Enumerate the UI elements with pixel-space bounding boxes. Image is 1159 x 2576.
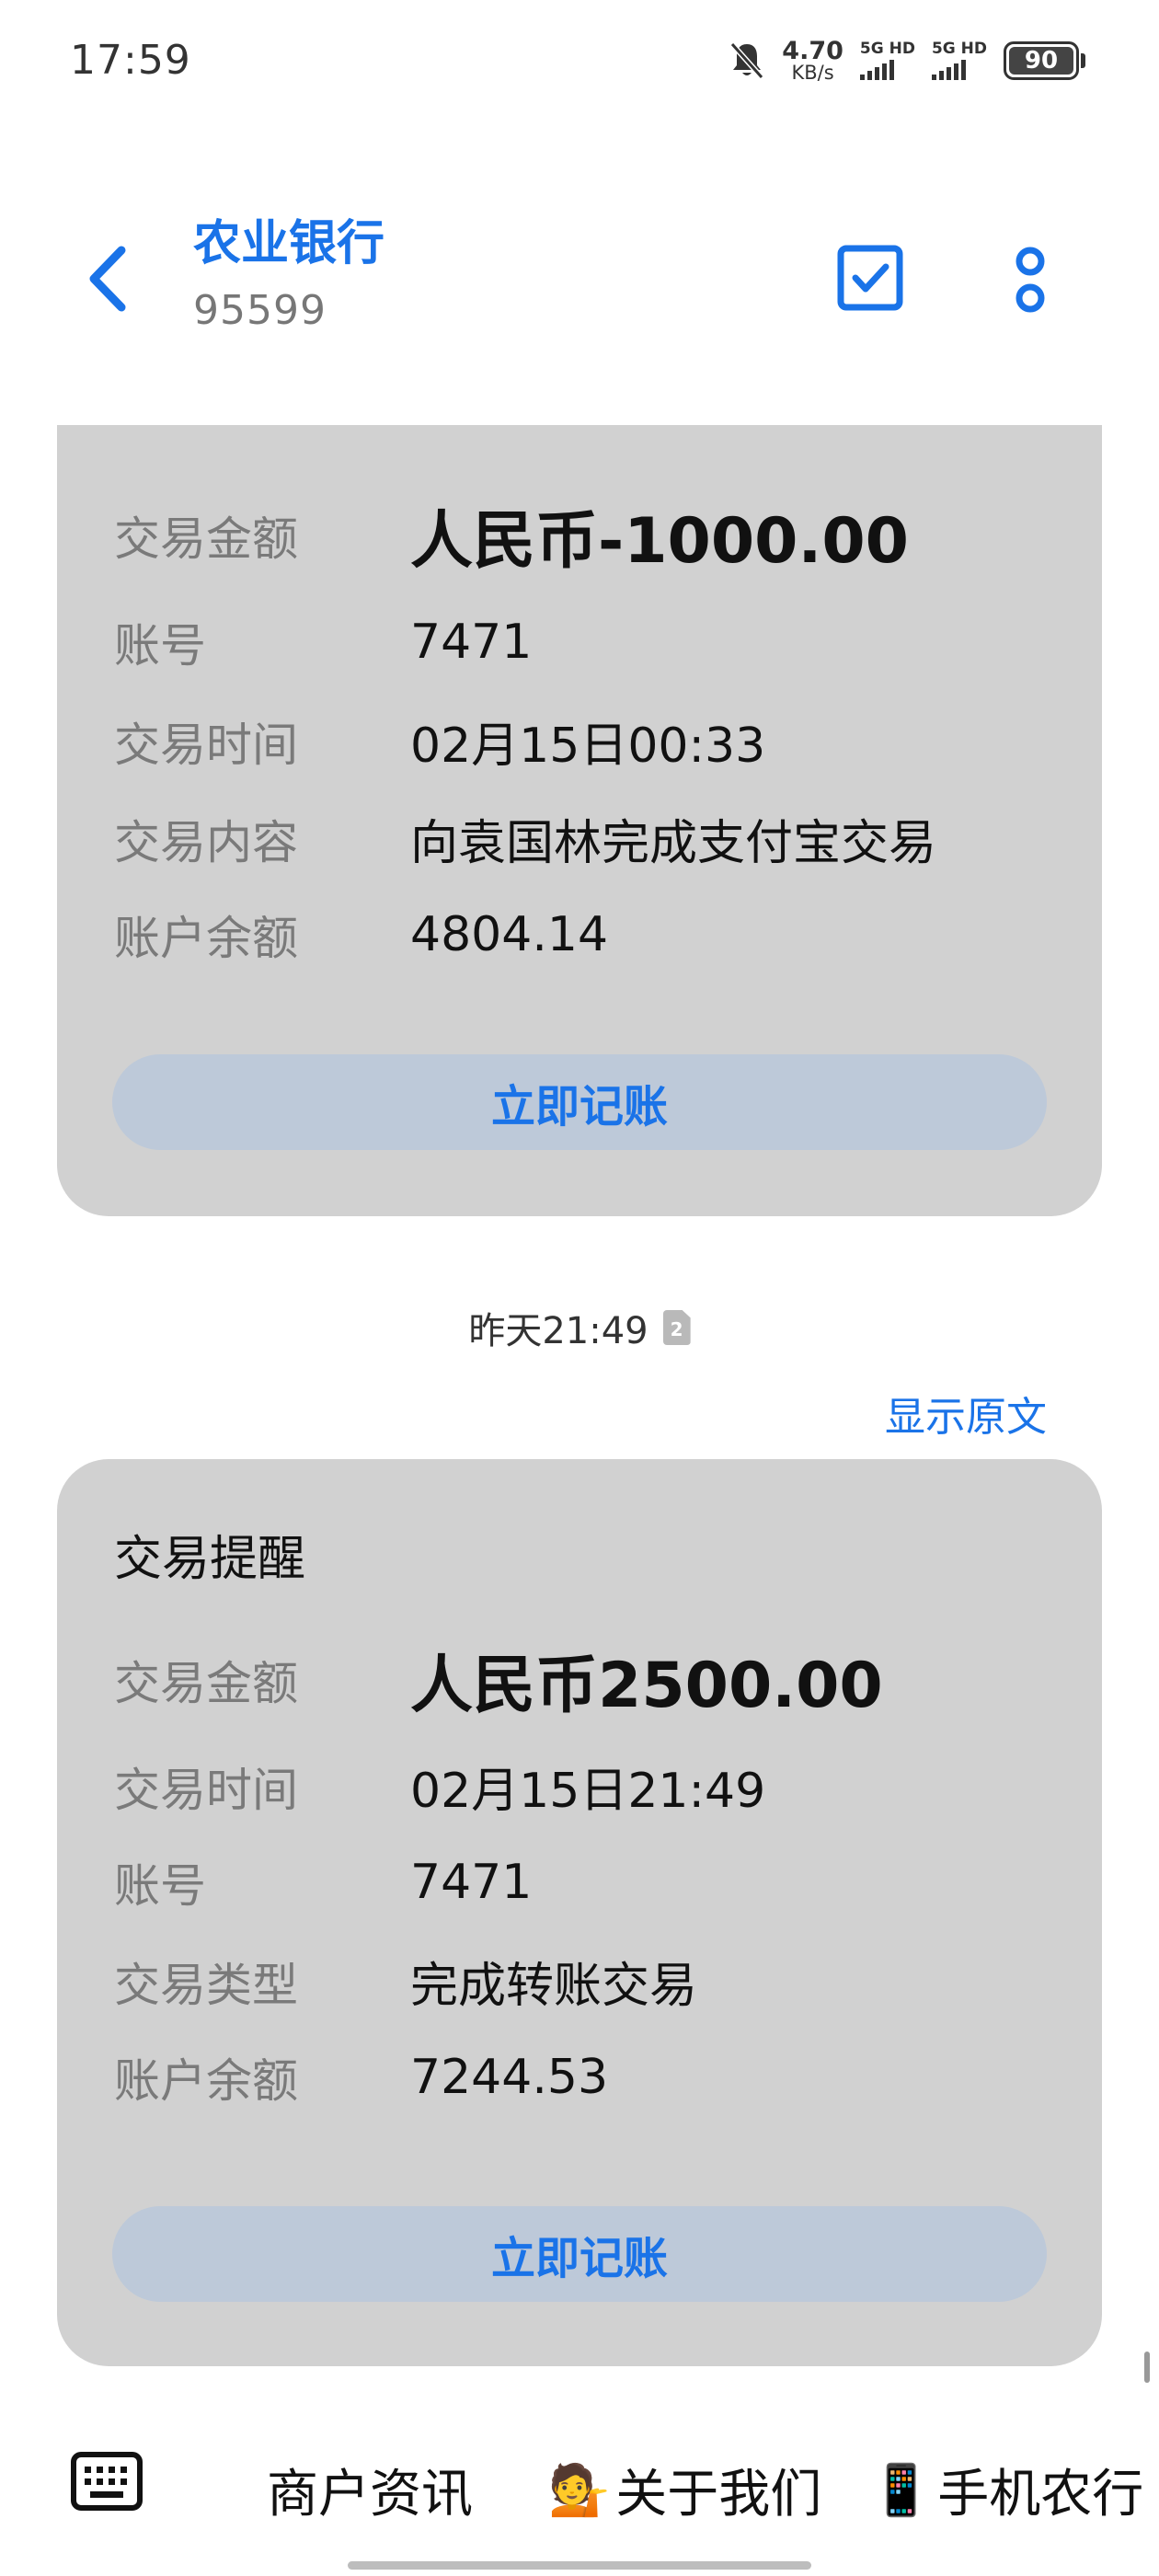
- battery-icon: 90: [1004, 41, 1085, 80]
- sim2-label: 5G HD: [931, 40, 987, 58]
- card1-row-time: 交易时间 02月15日00:33: [114, 707, 1065, 776]
- keyboard-icon[interactable]: [70, 2451, 143, 2512]
- row-key: 账户余额: [114, 2054, 298, 2108]
- row-key: 交易金额: [114, 1656, 298, 1710]
- menu-merchant-news[interactable]: 商户资讯: [267, 2453, 473, 2527]
- more-options-icon[interactable]: [1003, 239, 1058, 322]
- network-speed-value: 4.70: [782, 37, 843, 65]
- row-value: 02月15日21:49: [410, 1764, 766, 1819]
- card1-row-amount: 交易金额 人民币-1000.00: [114, 489, 1065, 581]
- row-key: 交易金额: [114, 512, 298, 566]
- timestamp-text: 昨天21:49: [468, 1310, 648, 1352]
- sim2-signal: 5G HD: [931, 40, 987, 80]
- row-key: 交易类型: [114, 1958, 298, 2012]
- scrollbar-thumb[interactable]: [1144, 2352, 1150, 2383]
- card2-row-time: 交易时间 02月15日21:49: [114, 1752, 1065, 1821]
- row-key: 交易时间: [114, 718, 298, 772]
- menu-mobile-abc[interactable]: 📱 手机农行: [870, 2453, 1143, 2527]
- row-value: 4804.14: [410, 907, 609, 962]
- network-speed: 4.70 KB/s: [782, 39, 843, 83]
- card2-row-account: 账号 7471: [114, 1849, 1065, 1915]
- multi-select-icon[interactable]: [833, 241, 907, 315]
- message-timestamp: 昨天21:49 2: [0, 1301, 1159, 1354]
- row-key: 账户余额: [114, 912, 298, 965]
- menu-label: 关于我们: [615, 2465, 822, 2524]
- battery-level: 90: [1009, 47, 1073, 75]
- status-icons: 4.70 KB/s 5G HD 5G HD 90: [729, 35, 1085, 86]
- card1-row-account: 账号 7471: [114, 609, 1065, 675]
- sim1-signal: 5G HD: [859, 40, 915, 80]
- row-value: 完成转账交易: [410, 1959, 698, 2014]
- row-key: 账号: [114, 1859, 206, 1913]
- sim-card-icon: 2: [662, 1310, 691, 1345]
- person-tipping-hand-icon: 💁: [548, 2460, 611, 2519]
- row-value: 人民币-1000.00: [410, 505, 909, 578]
- bookkeep-button[interactable]: 立即记账: [112, 2206, 1047, 2302]
- row-value: 02月15日00:33: [410, 719, 766, 774]
- card2-row-amount: 交易金额 人民币2500.00: [114, 1634, 1065, 1725]
- home-indicator[interactable]: [348, 2561, 811, 2570]
- signal-bars-icon: [931, 60, 966, 80]
- bell-muted-icon: [730, 42, 764, 79]
- card2-row-type: 交易类型 完成转账交易: [114, 1947, 1065, 2016]
- card1-row-balance: 账户余额 4804.14: [114, 902, 1065, 968]
- transaction-card-2: 交易提醒 交易金额 人民币2500.00 交易时间 02月15日21:49 账号…: [57, 1459, 1102, 2366]
- row-value: 7471: [410, 615, 533, 670]
- row-key: 账号: [114, 619, 206, 673]
- back-arrow-icon[interactable]: [77, 237, 142, 320]
- card-title: 交易提醒: [114, 1532, 306, 1587]
- row-value: 7471: [410, 1855, 533, 1910]
- network-speed-unit: KB/s: [791, 62, 834, 84]
- service-menu-bar: 商户资讯 💁 关于我们 📱 手机农行: [0, 2429, 1159, 2539]
- menu-about-us[interactable]: 💁 关于我们: [548, 2453, 821, 2527]
- row-value: 人民币2500.00: [410, 1650, 883, 1722]
- status-time: 17:59: [70, 37, 191, 84]
- row-value: 7244.53: [410, 2050, 609, 2105]
- sim1-label: 5G HD: [859, 40, 915, 58]
- signal-bars-icon: [859, 60, 894, 80]
- row-key: 交易内容: [114, 815, 298, 869]
- status-bar: 17:59 4.70 KB/s 5G HD 5G HD 90: [0, 0, 1159, 120]
- transaction-card-1: 交易金额 人民币-1000.00 账号 7471 交易时间 02月15日00:3…: [57, 425, 1102, 1216]
- row-key: 交易时间: [114, 1763, 298, 1817]
- row-value: 向袁国林完成支付宝交易: [410, 816, 937, 871]
- menu-label: 手机农行: [937, 2465, 1144, 2524]
- card2-row-balance: 账户余额 7244.53: [114, 2044, 1065, 2110]
- show-original-link[interactable]: 显示原文: [885, 1384, 1047, 1443]
- mobile-phone-icon: 📱: [870, 2460, 933, 2519]
- card1-row-content: 交易内容 向袁国林完成支付宝交易: [114, 804, 1065, 873]
- sender-number: 95599: [193, 287, 327, 334]
- menu-label: 商户资讯: [267, 2465, 473, 2524]
- conversation-header: 农业银行 95599: [0, 184, 1159, 368]
- sender-name: 农业银行: [193, 216, 385, 271]
- bookkeep-button[interactable]: 立即记账: [112, 1054, 1047, 1150]
